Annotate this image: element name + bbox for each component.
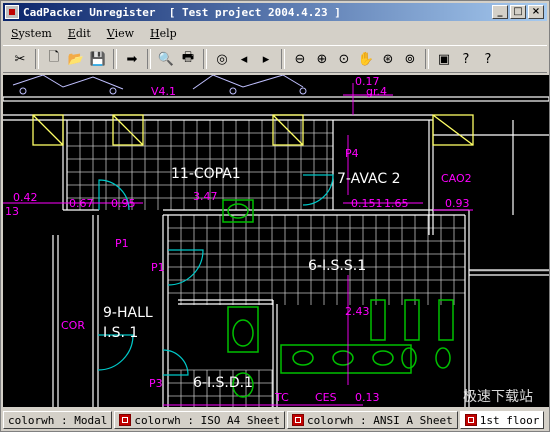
window-controls: _ □ × bbox=[492, 5, 544, 19]
help-icon[interactable]: ? bbox=[477, 48, 499, 70]
zoom-realtime-icon[interactable]: ⊛ bbox=[377, 48, 399, 70]
menu-view[interactable]: View bbox=[99, 27, 142, 40]
label-p4: P4 bbox=[345, 147, 359, 160]
zoom-extents-icon[interactable]: ⊚ bbox=[399, 48, 421, 70]
label-cao2: CAO2 bbox=[441, 172, 472, 185]
menu-help[interactable]: Help bbox=[142, 27, 185, 40]
label-tc: TC bbox=[274, 391, 289, 404]
app-window: CadPacker Unregister [ Test project 2004… bbox=[0, 0, 550, 432]
room-avac: 7-AVAC 2 bbox=[337, 171, 400, 187]
label-013: 0.13 bbox=[355, 391, 380, 404]
label-p1b: P1 bbox=[151, 261, 165, 274]
menu-bar: System Edit View Help bbox=[3, 23, 547, 43]
toolbar-separator bbox=[113, 49, 117, 69]
window-title: CadPacker Unregister [ Test project 2004… bbox=[23, 5, 341, 19]
label-067: 0.67 bbox=[69, 197, 94, 210]
label-095: 0.95 bbox=[111, 197, 136, 210]
room-iss: 6-I.S.S.1 bbox=[308, 258, 366, 274]
room-copa: 11-COPA1 bbox=[171, 166, 241, 182]
print-icon[interactable]: 🖶 bbox=[177, 48, 199, 70]
context-help-icon[interactable]: ? bbox=[455, 48, 477, 70]
label-243: 2.43 bbox=[345, 305, 370, 318]
pan-icon[interactable]: ✋ bbox=[355, 48, 377, 70]
sheet-tab[interactable]: colorwh : ANSI A Sheet bbox=[287, 411, 458, 429]
label-p1a: P1 bbox=[115, 237, 129, 250]
room-hall: 9-HALL bbox=[103, 305, 153, 321]
toolbar-separator bbox=[203, 49, 207, 69]
title-bar[interactable]: CadPacker Unregister [ Test project 2004… bbox=[3, 3, 547, 21]
label-v41: V4.1 bbox=[151, 85, 176, 98]
close-button[interactable]: × bbox=[528, 5, 544, 19]
sheet-tabs: colorwh : Modal colorwh : ISO A4 Sheet col… bbox=[3, 409, 549, 431]
sanitary-fixtures bbox=[222, 199, 454, 398]
zoom-window-icon[interactable]: ⊙ bbox=[333, 48, 355, 70]
room-hall-is: I.S. 1 bbox=[103, 325, 138, 341]
label-165: 1.65 bbox=[384, 197, 409, 210]
sheet-icon bbox=[119, 414, 132, 426]
sheet-tab-label: colorwh : Modal bbox=[8, 413, 108, 427]
wrench-icon[interactable]: ✂ bbox=[9, 48, 31, 70]
label-p3: P3 bbox=[149, 377, 163, 390]
new-file-icon[interactable]: 🗋 bbox=[43, 48, 65, 70]
toolbar-separator bbox=[281, 49, 285, 69]
next-page-icon[interactable]: ▸ bbox=[255, 48, 277, 70]
sheet-tab-label: colorwh : ANSI A Sheet bbox=[307, 413, 453, 427]
sheet-icon bbox=[292, 414, 305, 426]
label-cor: COR bbox=[61, 319, 85, 332]
sheet-tab[interactable]: colorwh : Modal bbox=[3, 411, 113, 429]
toolbar: ✂ 🗋 📂 💾 ➡ 🔍 🖶 ◎ ◂ ▸ ⊖ ⊕ ⊙ ✋ ⊛ ⊚ ▣?? bbox=[3, 45, 547, 73]
menu-system[interactable]: System bbox=[3, 27, 60, 40]
label-042: 0.42 bbox=[13, 191, 38, 204]
view-toggle-icon[interactable]: ◎ bbox=[211, 48, 233, 70]
sheet-tab-label: 1st floor bbox=[479, 413, 540, 427]
app-icon[interactable] bbox=[5, 5, 19, 19]
toolbar-separator bbox=[425, 49, 429, 69]
zoom-out-icon[interactable]: ⊖ bbox=[289, 48, 311, 70]
maximize-button[interactable]: □ bbox=[510, 5, 526, 19]
label-0151: 0.151 bbox=[351, 197, 383, 210]
minimize-button[interactable]: _ bbox=[492, 5, 508, 19]
label-gr4: gr.4 bbox=[366, 85, 387, 98]
sheet-icon bbox=[464, 414, 477, 426]
tile-grid bbox=[66, 119, 465, 407]
sheet-tab[interactable]: colorwh : ISO A4 Sheet bbox=[114, 411, 286, 429]
properties-icon[interactable]: ▣ bbox=[433, 48, 455, 70]
watermark: 极速下载站 bbox=[463, 389, 533, 405]
label-093: 0.93 bbox=[445, 197, 470, 210]
toolbar-separator bbox=[35, 49, 39, 69]
save-icon[interactable]: 💾 bbox=[87, 48, 109, 70]
open-folder-icon[interactable]: 📂 bbox=[65, 48, 87, 70]
label-347: 3.47 bbox=[193, 190, 218, 203]
walls bbox=[3, 96, 549, 407]
drawing-canvas[interactable]: V4.1 0.17 gr.4 P4 CAO2 0.42 13 0.67 0.95… bbox=[3, 75, 549, 407]
label-ces: CES bbox=[315, 391, 337, 404]
export-icon[interactable]: ➡ bbox=[121, 48, 143, 70]
print-preview-icon[interactable]: 🔍 bbox=[155, 48, 177, 70]
menu-edit[interactable]: Edit bbox=[60, 27, 99, 40]
floor-plan: V4.1 0.17 gr.4 P4 CAO2 0.42 13 0.67 0.95… bbox=[3, 75, 549, 407]
room-isd: 6-I.S.D.1 bbox=[193, 375, 253, 391]
sheet-tab-label: colorwh : ISO A4 Sheet bbox=[134, 413, 281, 427]
sheet-tab[interactable]: 1st floor bbox=[459, 411, 545, 429]
label-13: 13 bbox=[5, 205, 19, 218]
zoom-in-icon[interactable]: ⊕ bbox=[311, 48, 333, 70]
previous-page-icon[interactable]: ◂ bbox=[233, 48, 255, 70]
toolbar-separator bbox=[147, 49, 151, 69]
